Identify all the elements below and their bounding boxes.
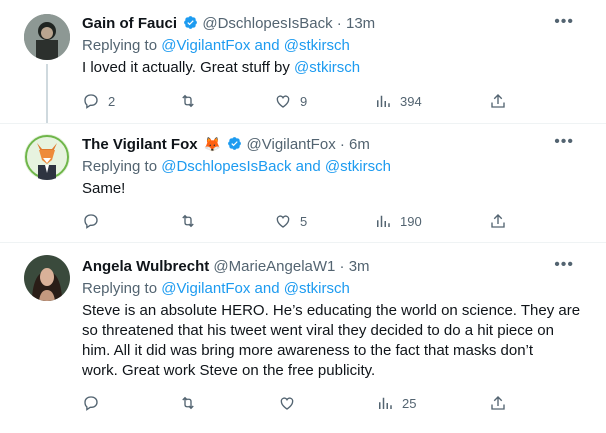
- reply-targets-link[interactable]: @DschlopesIsBack and @stkirsch: [161, 158, 391, 175]
- views-icon: [377, 95, 390, 107]
- tweet-text-body: I loved it actually. Great stuff by: [82, 59, 295, 76]
- thread-line: [46, 64, 48, 123]
- share-button[interactable]: [489, 394, 507, 412]
- reply-icon: [84, 214, 98, 229]
- tweet-angela-wulbrecht[interactable]: Angela Wulbrecht @MarieAngelaW1 · 3m •••…: [0, 243, 606, 433]
- timestamp[interactable]: 13m: [346, 15, 375, 32]
- timestamp[interactable]: 3m: [349, 258, 370, 275]
- views-count: 25: [402, 395, 417, 411]
- share-icon: [491, 396, 505, 410]
- tweet-text: Same!: [82, 180, 126, 197]
- separator: ·: [335, 136, 350, 153]
- author-name[interactable]: Gain of Fauci: [82, 15, 177, 32]
- retweet-button[interactable]: [179, 92, 205, 110]
- views-button[interactable]: 25: [376, 394, 416, 412]
- replying-to-label: Replying to: [82, 37, 162, 54]
- tweet-text-line: Steve is an absolute HERO. He’s educatin…: [82, 302, 581, 319]
- views-count: 190: [400, 213, 422, 229]
- timestamp[interactable]: 6m: [349, 136, 370, 153]
- tweet-text-line: him. All it did was bring more awareness…: [82, 342, 534, 359]
- mention-link[interactable]: @stkirsch: [294, 59, 360, 76]
- retweet-icon: [182, 94, 194, 108]
- share-button[interactable]: [489, 92, 507, 110]
- like-count: 5: [300, 213, 308, 229]
- like-button[interactable]: 9: [274, 92, 307, 110]
- share-icon: [491, 94, 505, 108]
- views-icon: [377, 215, 390, 227]
- verified-badge-icon: [184, 16, 198, 29]
- avatar[interactable]: [24, 14, 70, 60]
- like-button[interactable]: [278, 394, 304, 412]
- author-name[interactable]: The Vigilant Fox: [82, 136, 198, 153]
- reply-targets-link[interactable]: @VigilantFox and @stkirsch: [161, 37, 350, 54]
- separator: ·: [332, 15, 346, 32]
- author-handle[interactable]: @DschlopesIsBack: [202, 15, 332, 32]
- verified-badge-icon: [228, 137, 242, 150]
- reply-button[interactable]: 2: [82, 92, 115, 110]
- more-icon[interactable]: •••: [554, 14, 574, 30]
- tweet-vigilant-fox[interactable]: The Vigilant Fox 🦊 @VigilantFox · 6m •••…: [0, 124, 606, 242]
- replying-to: Replying to @VigilantFox and @stkirsch: [82, 36, 592, 56]
- retweet-button[interactable]: [179, 212, 205, 230]
- separator: ·: [335, 258, 349, 275]
- author-name[interactable]: Angela Wulbrecht: [82, 258, 209, 275]
- reply-button[interactable]: [82, 394, 108, 412]
- reply-count: 2: [108, 93, 116, 109]
- fox-emoji: 🦊: [203, 136, 222, 152]
- reply-icon: [84, 94, 98, 109]
- replying-to: Replying to @VigilantFox and @stkirsch: [82, 279, 592, 299]
- views-button[interactable]: 190: [374, 212, 422, 230]
- tweet-text-line: so threatened that his tweet went viral …: [82, 322, 554, 339]
- views-count: 394: [400, 93, 422, 109]
- retweet-icon: [182, 214, 194, 228]
- avatar[interactable]: [24, 134, 70, 180]
- replying-to-label: Replying to: [82, 280, 162, 297]
- more-icon[interactable]: •••: [554, 257, 574, 273]
- tweet-text-line: work. Great work Steve on the free publi…: [82, 362, 376, 379]
- replying-to: Replying to @DschlopesIsBack and @stkirs…: [82, 157, 592, 177]
- tweet-text: Steve is an absolute HERO. He’s educatin…: [82, 301, 592, 381]
- like-count: 9: [300, 93, 308, 109]
- like-button[interactable]: 5: [274, 212, 307, 230]
- share-icon: [491, 214, 505, 228]
- author-handle[interactable]: @VigilantFox: [247, 136, 336, 153]
- views-button[interactable]: 394: [374, 92, 422, 110]
- author-handle[interactable]: @MarieAngelaW1: [213, 258, 335, 275]
- reply-icon: [84, 396, 98, 411]
- retweet-button[interactable]: [179, 394, 205, 412]
- retweet-icon: [182, 396, 194, 410]
- tweet-text: I loved it actually. Great stuff by @stk…: [82, 58, 592, 78]
- share-button[interactable]: [489, 212, 507, 230]
- replying-to-label: Replying to: [82, 158, 162, 175]
- avatar[interactable]: [24, 255, 70, 301]
- views-icon: [379, 397, 392, 409]
- reply-button[interactable]: [82, 212, 108, 230]
- like-icon: [276, 215, 290, 228]
- like-icon: [276, 95, 290, 108]
- more-icon[interactable]: •••: [554, 134, 574, 150]
- like-icon: [280, 397, 294, 410]
- tweet-gain-of-fauci[interactable]: Gain of Fauci @DschlopesIsBack · 13m •••…: [0, 0, 606, 123]
- reply-targets-link[interactable]: @VigilantFox and @stkirsch: [161, 280, 350, 297]
